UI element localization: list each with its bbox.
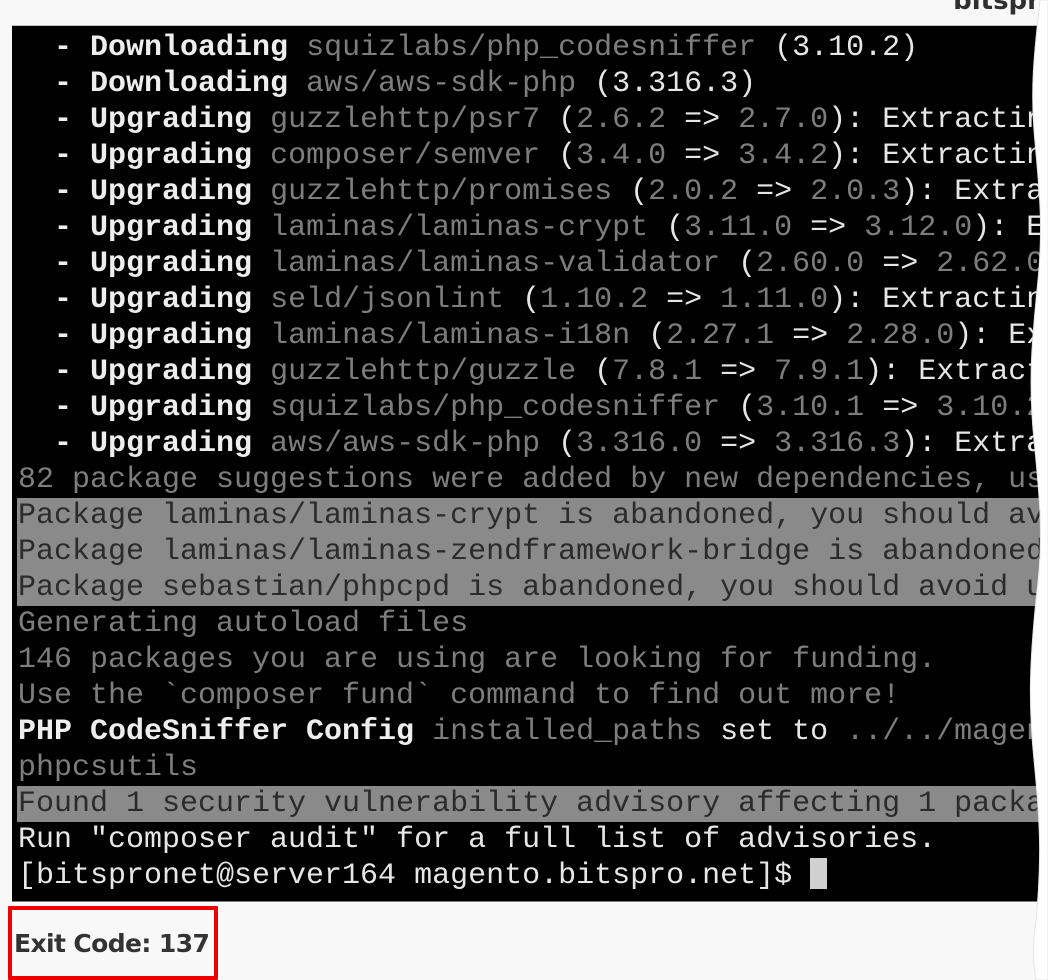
funding-line: 146 packages you are using are looking f… (12, 642, 1048, 678)
shell-prompt-line[interactable]: [bitspronet@server164 magento.bitspro.ne… (12, 857, 1048, 894)
action-label: - Upgrading (54, 175, 271, 209)
terminal-output[interactable]: - Downloading squizlabs/php_codesniffer … (12, 25, 1048, 902)
upgrade-line: - Upgrading seld/jsonlint (1.10.2 => 1.1… (54, 283, 1045, 317)
suggestions-line: 82 package suggestions were added by new… (12, 462, 1048, 498)
audit-hint-line: Run "composer audit" for a full list of … (12, 822, 1048, 858)
abandoned-text: Package sebastian/phpcpd is abandoned, y… (18, 571, 1045, 605)
upgrade-line: - Upgrading guzzlehttp/promises (2.0.2 =… (54, 175, 1045, 209)
version-from: 3.4.0 (576, 139, 667, 173)
version-to: 2.28.0 (846, 319, 955, 353)
action-label: - Upgrading (54, 391, 271, 425)
package-name: aws/aws-sdk-php (306, 67, 577, 101)
phpcs-config-line: PHP CodeSniffer Config installed_paths s… (12, 714, 1048, 750)
audit-hint-text: Run "composer audit" for a full list of … (18, 823, 937, 857)
package-name: guzzlehttp/psr7 (270, 103, 541, 137)
shell-prompt: [bitspronet@server164 magento.bitspro.ne… (18, 859, 811, 893)
terminal-lines: - Downloading squizlabs/php_codesniffer … (12, 30, 1048, 894)
package-name: laminas/laminas-validator (270, 247, 721, 281)
autoload-line: Generating autoload files (12, 606, 1048, 642)
package-name: squizlabs/php_codesniffer (306, 31, 757, 65)
vulnerability-warning: Found 1 security vulnerability advisory … (17, 786, 1048, 822)
torn-edge-decoration (1029, 0, 1048, 980)
action-label: - Downloading (54, 31, 307, 65)
action-label: - Upgrading (54, 211, 271, 245)
version-from: 3.11.0 (684, 211, 793, 245)
package-name: guzzlehttp/promises (270, 175, 613, 209)
action-label: - Upgrading (54, 283, 271, 317)
phpcs-label: PHP CodeSniffer Config (18, 715, 415, 749)
abandoned-warning: Package sebastian/phpcpd is abandoned, y… (17, 570, 1048, 606)
version-from: 2.6.2 (576, 103, 667, 137)
phpcs-key: installed_paths (414, 715, 703, 749)
upgrade-line: - Upgrading laminas/laminas-i18n (2.27.1… (54, 319, 1045, 353)
package-name: laminas/laminas-crypt (270, 211, 649, 245)
version-to: 3.316.3 (774, 427, 901, 461)
abandoned-warning: Package laminas/laminas-crypt is abandon… (17, 498, 1048, 534)
abandoned-text: Package laminas/laminas-zendframework-br… (18, 535, 1045, 569)
download-line: - Downloading aws/aws-sdk-php (3.316.3) (54, 67, 757, 101)
phpcs-cont-text: phpcsutils (18, 751, 199, 785)
version-to: 3.12.0 (864, 211, 973, 245)
package-name: laminas/laminas-i18n (270, 319, 631, 353)
version-from: 2.60.0 (756, 247, 865, 281)
phpcs-config-cont-line: phpcsutils (12, 750, 1048, 786)
package-name: aws/aws-sdk-php (270, 427, 541, 461)
version-from: 2.27.1 (666, 319, 775, 353)
upgrade-line: - Upgrading aws/aws-sdk-php (3.316.0 => … (54, 427, 1045, 461)
package-name: seld/jsonlint (270, 283, 505, 317)
version-to: 2.7.0 (738, 103, 829, 137)
package-version: 3.10.2 (792, 31, 901, 65)
abandoned-text: Package laminas/laminas-crypt is abandon… (18, 499, 1045, 533)
upgrade-line: - Upgrading guzzlehttp/psr7 (2.6.2 => 2.… (54, 103, 1045, 137)
funding-text: 146 packages you are using are looking f… (18, 643, 937, 677)
phpcs-set-to: set to (702, 715, 847, 749)
terminal-cursor (810, 857, 828, 889)
action-label: - Upgrading (54, 319, 271, 353)
version-to: 7.9.1 (774, 355, 865, 389)
action-label: - Upgrading (54, 139, 271, 173)
package-name: guzzlehttp/guzzle (270, 355, 577, 389)
version-from: 2.0.2 (648, 175, 739, 209)
action-label: - Downloading (54, 67, 307, 101)
suggestions-text: 82 package suggestions were added by new… (18, 463, 1045, 497)
action-label: - Upgrading (54, 427, 271, 461)
package-name: composer/semver (270, 139, 541, 173)
upgrade-line: - Upgrading guzzlehttp/guzzle (7.8.1 => … (54, 355, 1045, 389)
exit-code-label: Exit Code: 137 (14, 929, 210, 958)
download-line: - Downloading squizlabs/php_codesniffer … (54, 31, 919, 65)
fund-hint-text: Use the `composer fund` command to find … (18, 679, 901, 713)
version-from: 7.8.1 (612, 355, 703, 389)
phpcs-path: ../../magen (846, 715, 1045, 749)
upgrade-line: - Upgrading laminas/laminas-crypt (3.11.… (54, 211, 1045, 245)
upgrade-line: - Upgrading composer/semver (3.4.0 => 3.… (54, 139, 1045, 173)
package-version: 3.316.3 (612, 67, 739, 101)
upgrade-line: - Upgrading laminas/laminas-validator (2… (54, 247, 1048, 281)
action-label: - Upgrading (54, 103, 271, 137)
vulnerability-text: Found 1 security vulnerability advisory … (18, 787, 1045, 821)
action-label: - Upgrading (54, 247, 271, 281)
version-from: 1.10.2 (540, 283, 649, 317)
action-label: - Upgrading (54, 355, 271, 389)
version-from: 3.316.0 (576, 427, 703, 461)
version-from: 3.10.1 (756, 391, 865, 425)
version-to: 3.4.2 (738, 139, 829, 173)
upgrade-line: - Upgrading squizlabs/php_codesniffer (3… (54, 391, 1048, 425)
fund-hint-line: Use the `composer fund` command to find … (12, 678, 1048, 714)
version-to: 2.0.3 (810, 175, 901, 209)
abandoned-warning: Package laminas/laminas-zendframework-br… (17, 534, 1048, 570)
package-name: squizlabs/php_codesniffer (270, 391, 721, 425)
autoload-text: Generating autoload files (18, 607, 469, 641)
version-to: 1.11.0 (720, 283, 829, 317)
